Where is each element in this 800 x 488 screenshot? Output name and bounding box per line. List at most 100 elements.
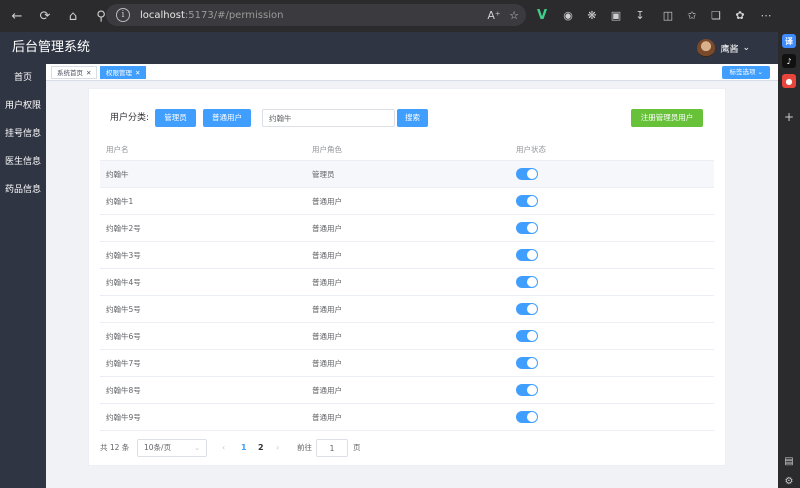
cell-username: 约翰牛5号 xyxy=(106,305,141,314)
translate-icon[interactable]: 译 xyxy=(782,34,796,48)
tab-home[interactable]: 系统首页 ✕ xyxy=(51,66,98,79)
status-toggle[interactable] xyxy=(516,330,538,342)
cell-role: 普通用户 xyxy=(312,332,342,341)
read-aloud-icon[interactable]: A⁺ xyxy=(486,7,502,23)
sidebar-item-registration[interactable]: 挂号信息 xyxy=(0,120,46,148)
status-toggle[interactable] xyxy=(516,384,538,396)
prev-page-icon[interactable]: ‹ xyxy=(222,441,225,455)
page-size-select[interactable]: 10条/页 ⌄ xyxy=(137,439,207,457)
cell-role: 普通用户 xyxy=(312,386,342,395)
cell-username: 约翰牛2号 xyxy=(106,224,141,233)
favorite-star-icon[interactable]: ☆ xyxy=(506,7,522,23)
user-menu[interactable]: 鹰酱 ⌄ xyxy=(697,36,750,60)
sidebar-toggle-icon[interactable]: ▤ xyxy=(782,454,796,468)
next-page-icon[interactable]: › xyxy=(276,441,279,455)
cell-role: 普通用户 xyxy=(312,278,342,287)
cell-username: 约翰牛7号 xyxy=(106,359,141,368)
download-icon[interactable]: ↧ xyxy=(632,7,648,23)
user-name[interactable]: 鹰酱 xyxy=(720,42,738,55)
react-icon[interactable]: ❋ xyxy=(584,7,600,23)
tags-bar: 系统首页 ✕ 权限管理 ✕ 标签选项 ⌄ xyxy=(46,64,778,81)
more-icon[interactable]: ⋯ xyxy=(758,7,774,23)
address-bar[interactable]: i localhost:5173/#/permission xyxy=(106,4,526,26)
column-header-role: 用户角色 xyxy=(312,145,342,154)
vue-devtools-icon[interactable]: V xyxy=(534,7,550,23)
search-input[interactable] xyxy=(262,109,395,127)
table-row: 约翰牛3号 普通用户 xyxy=(100,242,714,269)
cell-role: 普通用户 xyxy=(312,197,342,206)
status-toggle[interactable] xyxy=(516,276,538,288)
user-category-label: 用户分类: xyxy=(110,113,150,123)
cell-username: 约翰牛6号 xyxy=(106,332,141,341)
sidebar-item-medicines[interactable]: 药品信息 xyxy=(0,176,46,204)
site-info-icon[interactable]: i xyxy=(116,8,130,22)
back-icon[interactable]: ← xyxy=(6,5,28,27)
sidebar-item-doctors[interactable]: 医生信息 xyxy=(0,148,46,176)
search-button[interactable]: 搜索 xyxy=(397,109,428,127)
page-number[interactable]: 1 xyxy=(241,441,247,455)
edge-sidebar: 译 ♪ ● + ▤ ⚙ xyxy=(778,32,800,488)
page-number[interactable]: 2 xyxy=(258,441,264,455)
status-toggle[interactable] xyxy=(516,195,538,207)
normal-user-filter-button[interactable]: 普通用户 xyxy=(203,109,251,127)
cell-username: 约翰牛8号 xyxy=(106,386,141,395)
cell-role: 普通用户 xyxy=(312,413,342,422)
goto-label: 前往 xyxy=(297,443,312,452)
table-header: 用户名 用户角色 用户状态 xyxy=(100,139,714,161)
cell-role: 普通用户 xyxy=(312,251,342,260)
sidebar-item-user-permission[interactable]: 用户权限 xyxy=(0,92,46,120)
avatar[interactable] xyxy=(697,39,716,57)
collections-icon[interactable]: ❏ xyxy=(708,7,724,23)
table-row: 约翰牛5号 普通用户 xyxy=(100,296,714,323)
pagination-total: 共 12 条 xyxy=(100,443,130,452)
admin-filter-button[interactable]: 管理员 xyxy=(155,109,196,127)
status-toggle[interactable] xyxy=(516,249,538,261)
table-row: 约翰牛2号 普通用户 xyxy=(100,215,714,242)
table-row: 约翰牛9号 普通用户 xyxy=(100,404,714,431)
cell-role: 管理员 xyxy=(312,170,335,179)
refresh-icon[interactable]: ⟳ xyxy=(34,5,56,27)
split-screen-icon[interactable]: ◫ xyxy=(660,7,676,23)
table-row: 约翰牛6号 普通用户 xyxy=(100,323,714,350)
column-header-username: 用户名 xyxy=(106,145,129,154)
cell-username: 约翰牛4号 xyxy=(106,278,141,287)
sidebar-item-home[interactable]: 首页 xyxy=(0,64,46,92)
favorites-icon[interactable]: ✩ xyxy=(684,7,700,23)
table-row: 约翰牛4号 普通用户 xyxy=(100,269,714,296)
status-toggle[interactable] xyxy=(516,303,538,315)
tiktok-icon[interactable]: ♪ xyxy=(782,54,796,68)
table-row: 约翰牛 管理员 xyxy=(100,161,714,188)
add-icon[interactable]: + xyxy=(782,110,796,124)
status-toggle[interactable] xyxy=(516,222,538,234)
table-row: 约翰牛7号 普通用户 xyxy=(100,350,714,377)
status-toggle[interactable] xyxy=(516,357,538,369)
app-title: 后台管理系统 xyxy=(12,40,91,55)
close-icon[interactable]: ✕ xyxy=(86,69,91,77)
table-row: 约翰牛1 普通用户 xyxy=(100,188,714,215)
chevron-down-icon[interactable]: ⌄ xyxy=(194,440,200,456)
side-menu: 首页 用户权限 挂号信息 医生信息 药品信息 xyxy=(0,64,46,488)
status-toggle[interactable] xyxy=(516,411,538,423)
extension-icon[interactable]: ◉ xyxy=(560,7,576,23)
register-admin-button[interactable]: 注册管理员用户 xyxy=(631,109,703,127)
status-toggle[interactable] xyxy=(516,168,538,180)
table-row: 约翰牛8号 普通用户 xyxy=(100,377,714,404)
cell-username: 约翰牛1 xyxy=(106,197,134,206)
home-icon[interactable]: ⌂ xyxy=(62,5,84,27)
close-icon[interactable]: ✕ xyxy=(135,69,140,77)
tab-permission[interactable]: 权限管理 ✕ xyxy=(100,66,147,79)
chevron-down-icon[interactable]: ⌄ xyxy=(742,43,750,53)
cell-username: 约翰牛3号 xyxy=(106,251,141,260)
copilot-icon[interactable]: ✿ xyxy=(732,7,748,23)
cell-role: 普通用户 xyxy=(312,359,342,368)
column-header-status: 用户状态 xyxy=(516,145,546,154)
app-icon[interactable]: ● xyxy=(782,74,796,88)
cell-role: 普通用户 xyxy=(312,224,342,233)
goto-page-input[interactable] xyxy=(316,439,348,457)
cell-role: 普通用户 xyxy=(312,305,342,314)
page-suffix: 页 xyxy=(353,443,361,452)
tag-options-button[interactable]: 标签选项 ⌄ xyxy=(722,66,770,79)
address-url[interactable]: localhost:5173/#/permission xyxy=(140,10,283,21)
settings-gear-icon[interactable]: ⚙ xyxy=(782,474,796,488)
chat-icon[interactable]: ▣ xyxy=(608,7,624,23)
